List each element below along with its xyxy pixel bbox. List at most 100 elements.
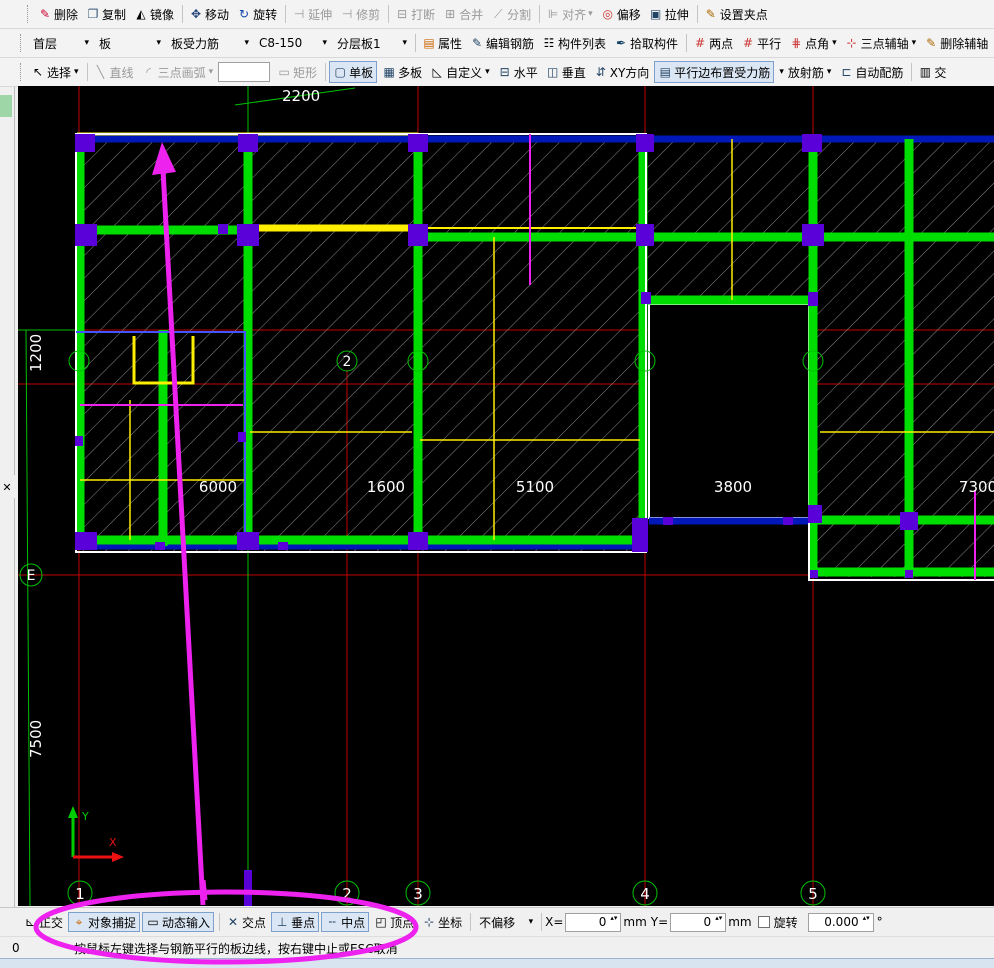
rebar-type-select[interactable]: 板受力筋 ▾ [166, 32, 254, 54]
vertical-icon: ◫ [547, 65, 559, 79]
axis-label: 1 [75, 885, 85, 903]
parallel-edge-rebar-button[interactable]: ▤ 平行边布置受力筋 [654, 61, 775, 83]
axis-label: 5 [808, 885, 818, 903]
y-input[interactable]: 0 [670, 912, 727, 932]
horizontal-icon: ⊟ [499, 65, 510, 79]
point-angle-icon: ⋕ [791, 36, 802, 50]
ortho-toggle[interactable]: ⊾ 正交 [20, 912, 66, 932]
select-dropdown[interactable]: ↖ 选择 ▾ [28, 61, 82, 83]
multi-slab-icon: ▦ [383, 65, 395, 79]
delete-axis-button[interactable]: ✎ 删除辅轴 [921, 32, 991, 54]
drawing-canvas[interactable]: 6000 1600 5100 3800 7300 2200 1200 7500 … [18, 86, 994, 906]
axis-label: 4 [640, 885, 650, 903]
dynamic-input-toggle[interactable]: ▭ 动态输入 [142, 912, 215, 932]
horizontal-button[interactable]: ⊟ 水平 [495, 61, 541, 83]
point-angle-dropdown[interactable]: ⋕ 点角 ▾ [786, 32, 840, 54]
properties-icon: ▤ [423, 36, 435, 50]
status-number: 0 [12, 941, 20, 955]
shape-combo[interactable] [218, 62, 271, 82]
move-button[interactable]: ✥ 移动 [186, 3, 232, 25]
auto-rebar-icon: ⊏ [841, 65, 852, 79]
cross-button[interactable]: ▥ 交 [915, 61, 949, 83]
snap-toolbar: ⊾ 正交 ⌖ 对象捕捉 ▭ 动态输入 ✕ 交点 ⊥ 垂点 ╌ 中点 ◰ 顶点 ⊹ 坐标 不偏移 ▾… [0, 907, 994, 936]
status-bar: 0 按鼠标左键选择与钢筋平行的板边线，按右键中止或ESC取消 [0, 936, 994, 959]
extend-icon: ⊣ [293, 7, 305, 21]
axis-bubbles-bottom [67, 880, 826, 906]
endpoint-icon: ◰ [375, 915, 387, 929]
edit-rebar-icon: ✎ [471, 36, 483, 50]
copy-icon: ❐ [87, 7, 99, 21]
coordinate-snap[interactable]: ⊹ 坐标 [419, 912, 465, 932]
span-label: 3800 [714, 478, 752, 496]
line-button[interactable]: ╲ 直线 [91, 61, 137, 83]
offset-mode-select[interactable]: 不偏移 ▾ [474, 911, 538, 933]
top-dimension: 2200 [282, 87, 320, 105]
auto-rebar-button[interactable]: ⊏ 自动配筋 [836, 61, 906, 83]
parallel-button[interactable]: # 平行 [738, 32, 784, 54]
rebar-spec-select[interactable]: C8-150 ▾ [254, 32, 332, 54]
split-button[interactable]: ⟋ 分割 [488, 3, 534, 25]
stretch-button[interactable]: ▣ 拉伸 [646, 3, 692, 25]
status-message: 按鼠标左键选择与钢筋平行的板边线，按右键中止或ESC取消 [74, 941, 398, 956]
endpoint-snap[interactable]: ◰ 顶点 [371, 912, 417, 932]
three-point-axis-dropdown[interactable]: ⊹ 三点辅轴 ▾ [842, 32, 920, 54]
draw-toolbar: ↖ 选择 ▾ ╲ 直线 ◜ 三点画弧 ▾ ▭ 矩形 ▢ 单板 ▦ 多板 ◺ 自定义 ▾ ⊟ 水平 ◫ 垂… [0, 58, 994, 87]
left-dimension-1200: 1200 [27, 334, 45, 372]
x-input[interactable]: 0 [565, 912, 622, 932]
dock-close-icon[interactable]: ✕ [1, 482, 13, 494]
left-dock-bottom[interactable] [0, 498, 15, 908]
merge-button[interactable]: ⊞ 合并 [440, 3, 486, 25]
custom-icon: ◺ [432, 65, 442, 79]
parallel-icon: # [743, 36, 754, 50]
pick-component-button[interactable]: ✒ 拾取构件 [611, 32, 681, 54]
single-slab-button[interactable]: ▢ 单板 [329, 61, 378, 83]
component-type-select[interactable]: 板 ▾ [94, 32, 166, 54]
set-grip-button[interactable]: ✎ 设置夹点 [701, 3, 771, 25]
vertical-button[interactable]: ◫ 垂直 [543, 61, 589, 83]
ucs-x-label: X [109, 836, 117, 849]
multi-slab-button[interactable]: ▦ 多板 [379, 61, 425, 83]
align-dropdown[interactable]: ⊫ 对齐 ▾ [543, 3, 596, 25]
offset-button[interactable]: ◎ 偏移 [598, 3, 644, 25]
rotate-button[interactable]: ↻ 旋转 [234, 3, 280, 25]
custom-dropdown[interactable]: ◺ 自定义 ▾ [427, 61, 493, 83]
angle-input[interactable]: 0.000 [807, 912, 874, 932]
cross-icon: ▥ [919, 65, 932, 79]
mirror-button[interactable]: ◭ 镜像 [131, 3, 177, 25]
eyedropper-icon: ✒ [616, 36, 627, 50]
edit-rebar-button[interactable]: ✎ 编辑钢筋 [467, 32, 537, 54]
rotate-checkbox[interactable] [757, 916, 770, 928]
row-label: E [27, 568, 36, 584]
arc-dropdown[interactable]: ◜ 三点画弧 ▾ [139, 61, 217, 83]
single-slab-icon: ▢ [334, 65, 346, 79]
component-list-button[interactable]: ☷ 构件列表 [539, 32, 609, 54]
layer-select[interactable]: 分层板1 ▾ [332, 32, 412, 54]
break-button[interactable]: ⊟ 打断 [392, 3, 438, 25]
xy-direction-icon: ⇵ [595, 65, 606, 79]
eraser-icon: ✎ [39, 7, 51, 21]
stretch-icon: ▣ [650, 7, 662, 21]
delete-axis-icon: ✎ [926, 36, 937, 50]
perpendicular-snap[interactable]: ⊥ 垂点 [271, 912, 320, 932]
copy-button[interactable]: ❐ 复制 [83, 3, 129, 25]
break-icon: ⊟ [397, 7, 408, 21]
cursor-icon: ↖ [32, 65, 44, 79]
list-icon: ☷ [543, 36, 555, 50]
radial-rebar-dropdown[interactable]: ▾ 放射筋 ▾ [776, 61, 834, 83]
coordinate-icon: ⊹ [424, 915, 435, 929]
object-snap-toggle[interactable]: ⌖ 对象捕捉 [68, 912, 141, 932]
properties-button[interactable]: ▤ 属性 [419, 32, 465, 54]
midpoint-snap[interactable]: ╌ 中点 [321, 912, 370, 932]
trim-button[interactable]: ⊣ 修剪 [337, 3, 383, 25]
xy-direction-button[interactable]: ⇵ XY方向 [591, 61, 653, 83]
extend-button[interactable]: ⊣ 延伸 [289, 3, 335, 25]
two-points-button[interactable]: # 两点 [690, 32, 736, 54]
edit-toolbar: ✎ 删除 ❐ 复制 ◭ 镜像 ✥ 移动 ↻ 旋转 ⊣ 延伸 ⊣ 修剪 ⊟ 打断 ⊞ 合并 ⟋ 分割 … [0, 0, 994, 29]
rect-button[interactable]: ▭ 矩形 [274, 61, 320, 83]
delete-button[interactable]: ✎ 删除 [35, 3, 81, 25]
floor-select[interactable]: 首层 ▾ [28, 32, 94, 54]
intersection-snap[interactable]: ✕ 交点 [223, 912, 269, 932]
axis-label: 3 [413, 885, 423, 903]
intersection-icon: ✕ [228, 915, 239, 929]
trim-icon: ⊣ [341, 7, 353, 21]
